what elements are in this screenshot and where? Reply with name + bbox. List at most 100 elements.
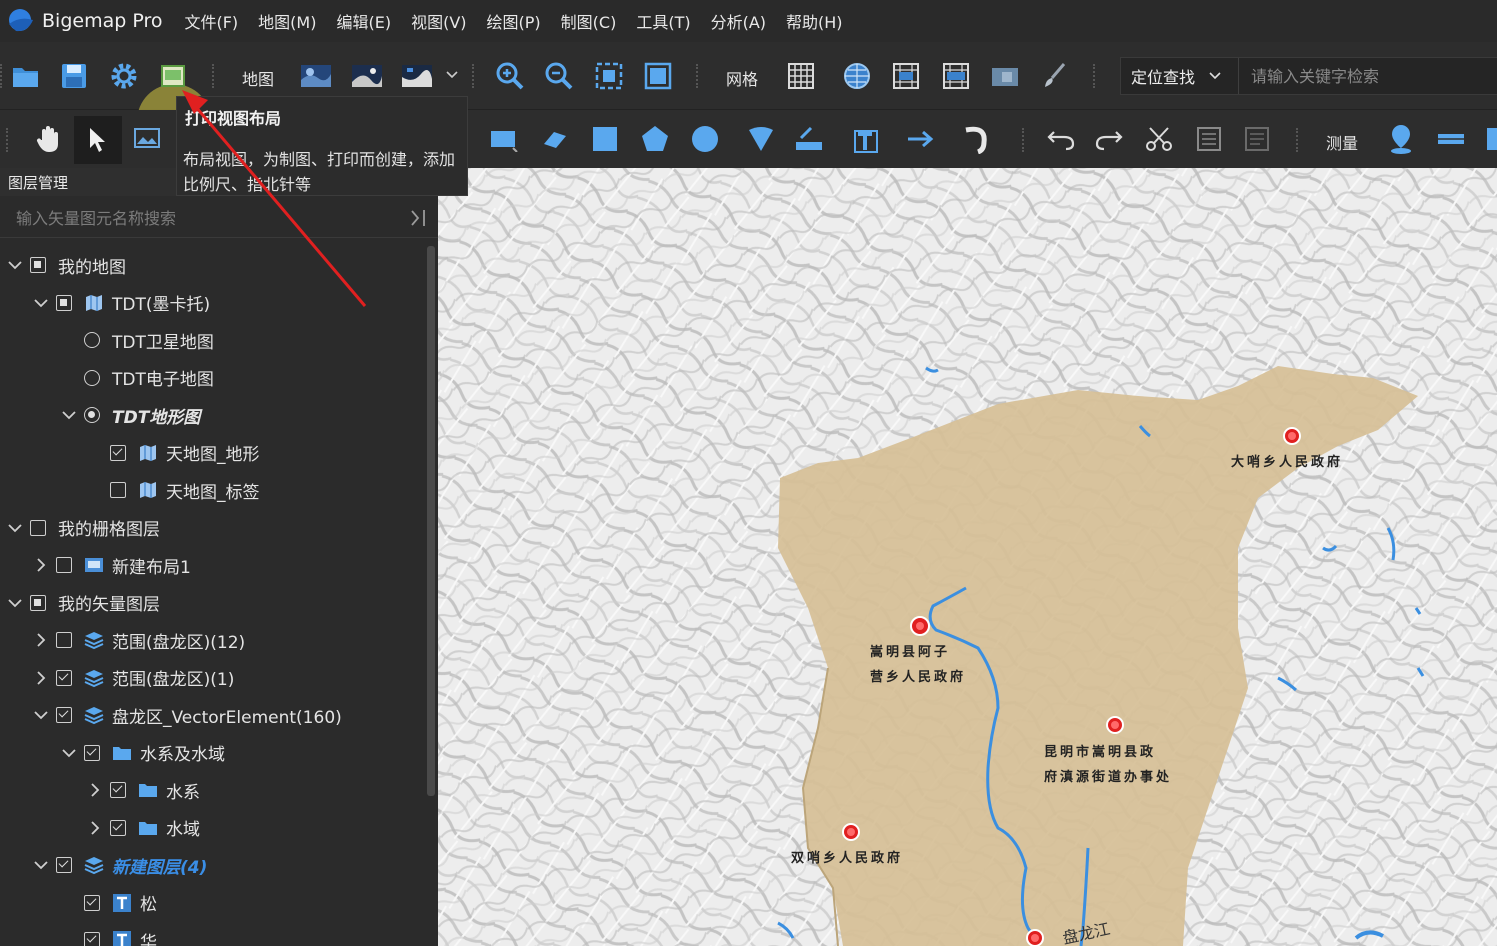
layer-checkbox[interactable] (30, 257, 46, 273)
layer-checkbox[interactable] (84, 744, 100, 761)
zoom-in-icon[interactable] (492, 58, 528, 94)
tree-row[interactable]: 范围(盘龙区)(1) (32, 661, 234, 695)
menu-file[interactable]: 文件(F) (184, 9, 238, 33)
more-tools-icon[interactable] (1482, 120, 1497, 158)
collapse-panel-icon[interactable] (408, 206, 430, 230)
layer-checkbox[interactable] (56, 557, 72, 573)
tree-row[interactable]: 天地图_标签 (86, 473, 260, 507)
measure-ruler-icon[interactable] (1432, 120, 1470, 158)
chevron-down-icon[interactable] (60, 744, 78, 762)
grid-icon[interactable] (783, 58, 819, 94)
menu-analysis[interactable]: 分析(A) (711, 9, 766, 33)
tree-row[interactable]: 新建图层(4) (32, 848, 207, 882)
poi-marker-azi[interactable] (910, 616, 930, 636)
tree-row[interactable]: 华 (60, 923, 157, 946)
chevron-down-icon[interactable] (32, 706, 50, 724)
draw-arrow-icon[interactable] (902, 120, 940, 158)
draw-circle-icon[interactable] (686, 120, 724, 158)
location-marker-icon[interactable] (1382, 120, 1420, 158)
layer-checkbox[interactable] (110, 819, 126, 836)
tree-row[interactable]: 水域 (86, 811, 200, 845)
locate-dropdown[interactable]: 定位查找 (1121, 58, 1239, 94)
chevron-right-icon[interactable] (32, 669, 50, 687)
draw-polyline-icon[interactable] (536, 120, 574, 158)
brush-icon[interactable] (1037, 58, 1073, 94)
tree-row[interactable]: 我的地图 (6, 248, 126, 282)
layer-checkbox[interactable] (110, 444, 126, 461)
pan-hand-icon[interactable] (30, 120, 68, 158)
layer-radio[interactable] (84, 407, 100, 423)
layer-checkbox[interactable] (30, 519, 46, 536)
zoom-out-icon[interactable] (541, 58, 577, 94)
chevron-right-icon[interactable] (86, 781, 104, 799)
keyword-search-input[interactable] (1239, 66, 1497, 86)
tree-row[interactable]: TDT卫星地图 (60, 323, 214, 357)
layer-checkbox[interactable] (30, 594, 46, 611)
tree-row[interactable]: 水系 (86, 773, 200, 807)
layer-checkbox[interactable] (56, 857, 72, 873)
chevron-down-icon[interactable] (32, 294, 50, 312)
menu-cartography[interactable]: 制图(C) (561, 9, 617, 33)
poi-marker-dianyuan[interactable] (1106, 716, 1124, 734)
zoom-extent-icon[interactable] (591, 58, 627, 94)
satellite-map-3-icon[interactable] (399, 58, 435, 94)
layer-radio[interactable] (84, 332, 100, 348)
measure-line-icon[interactable] (790, 120, 828, 158)
tree-row[interactable]: 范围(盘龙区)(12) (32, 623, 245, 657)
chevron-down-icon[interactable] (32, 856, 50, 874)
redo-icon[interactable] (1090, 120, 1128, 158)
menu-edit[interactable]: 编辑(E) (336, 9, 391, 33)
layer-checkbox[interactable] (110, 782, 126, 798)
km-grid-icon[interactable] (888, 58, 924, 94)
tree-row[interactable]: 盘龙区_VectorElement(160) (32, 698, 342, 732)
attribute-table-icon[interactable] (1190, 120, 1228, 158)
image-folder-icon[interactable] (987, 58, 1023, 94)
map-canvas[interactable]: 大哨乡人民政府 嵩明县阿子 营乡人民政府 昆明市嵩明县政 府滇源街道办事处 双哨… (438, 168, 1497, 946)
open-folder-icon[interactable] (8, 58, 44, 94)
tree-row[interactable]: 天地图_地形 (86, 436, 260, 470)
draw-rectangle-select-icon[interactable] (484, 120, 522, 158)
tree-row[interactable]: 松 (60, 886, 157, 920)
chevron-down-icon[interactable] (60, 406, 78, 424)
full-extent-icon[interactable] (640, 58, 676, 94)
grid-label[interactable]: 网格 (726, 66, 758, 90)
layer-checkbox[interactable] (56, 707, 72, 723)
menu-view[interactable]: 视图(V) (411, 9, 466, 33)
tree-row[interactable]: TDT电子地图 (60, 361, 214, 395)
chevron-right-icon[interactable] (32, 556, 50, 574)
draw-curve-icon[interactable] (958, 120, 996, 158)
undo-icon[interactable] (1042, 120, 1080, 158)
layer-checkbox[interactable] (110, 482, 126, 498)
layer-checkbox[interactable] (84, 932, 100, 946)
save-icon[interactable] (56, 58, 92, 94)
tree-row[interactable]: 我的栅格图层 (6, 511, 160, 545)
tree-row[interactable]: 水系及水域 (60, 736, 225, 770)
layer-checkbox[interactable] (56, 669, 72, 686)
measure-label[interactable]: 测量 (1326, 130, 1358, 154)
map-source-dropdown-icon[interactable] (446, 70, 458, 80)
chevron-down-icon[interactable] (6, 594, 24, 612)
tree-row[interactable]: 新建布局1 (32, 548, 191, 582)
layer-radio[interactable] (84, 369, 100, 386)
draw-polygon-icon[interactable] (636, 120, 674, 158)
draw-square-icon[interactable] (586, 120, 624, 158)
menu-draw[interactable]: 绘图(P) (487, 9, 541, 33)
poi-marker-shuangshao[interactable] (842, 823, 860, 841)
chevron-down-icon[interactable] (6, 519, 24, 537)
chevron-right-icon[interactable] (32, 631, 50, 649)
poi-marker-panlongjiang[interactable] (1026, 929, 1044, 946)
scissors-icon[interactable] (1140, 120, 1178, 158)
tree-row[interactable]: 我的矢量图层 (6, 586, 160, 620)
layer-checkbox[interactable] (56, 632, 72, 648)
layer-checkbox[interactable] (56, 294, 72, 311)
draw-sector-icon[interactable] (742, 120, 780, 158)
mapsheet-grid-icon[interactable] (938, 58, 974, 94)
settings-gear-icon[interactable] (106, 58, 142, 94)
chevron-down-icon[interactable] (6, 256, 24, 274)
select-pointer-button[interactable] (74, 116, 122, 164)
scrollbar-thumb[interactable] (427, 246, 435, 796)
layer-checkbox[interactable] (84, 894, 100, 911)
menu-tools[interactable]: 工具(T) (636, 9, 690, 33)
attribute-list-icon[interactable] (1238, 120, 1276, 158)
menu-help[interactable]: 帮助(H) (786, 9, 843, 33)
